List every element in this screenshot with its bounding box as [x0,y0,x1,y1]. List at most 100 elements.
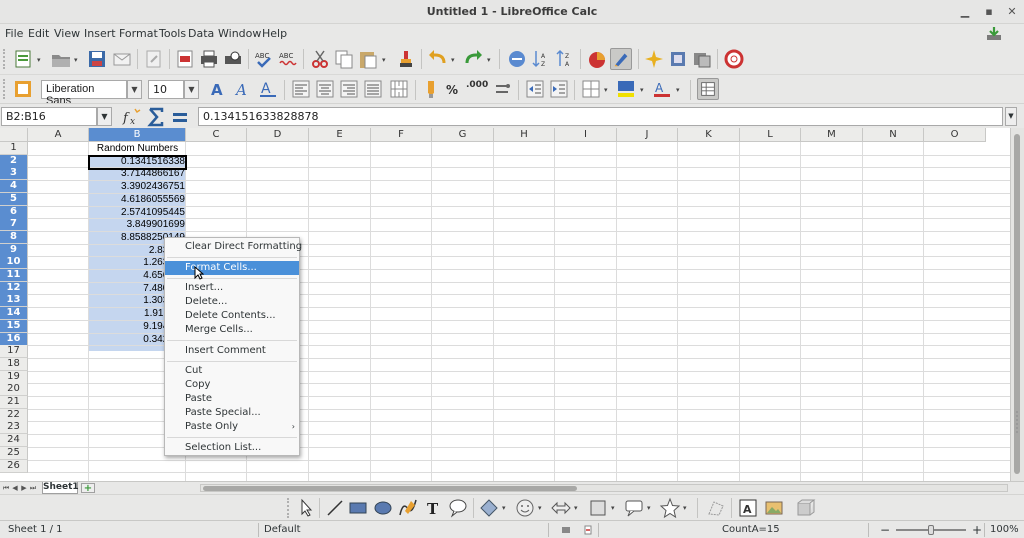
column-header-n[interactable]: N [863,128,924,142]
menu-paste-special[interactable]: Paste Special... [165,406,299,420]
insert-image-icon[interactable] [763,497,785,519]
row-header-18[interactable]: 18 [0,358,28,371]
increase-indent-icon[interactable] [548,78,570,100]
points-icon[interactable] [705,497,727,519]
row-header-20[interactable]: 20 [0,383,28,396]
cell-b5[interactable]: 4.6186055569 [89,193,186,206]
menu-paste-only[interactable]: Paste Only › [165,420,299,434]
background-color-icon[interactable] [615,78,637,100]
help-icon[interactable] [723,48,745,70]
menu-selection-list[interactable]: Selection List... [165,441,299,455]
symbol-shapes-icon[interactable] [514,497,536,519]
row-header-10[interactable]: 10 [0,256,28,269]
function-wizard-icon[interactable]: fx [121,106,143,128]
borders-dropdown-icon[interactable]: ▾ [604,87,611,94]
sum-icon[interactable] [145,106,167,128]
clone-formatting-icon[interactable] [395,48,417,70]
number-format-icon[interactable]: .000 [466,80,488,90]
formula-input[interactable]: 0.134151633828878 [198,107,1003,126]
menu-view[interactable]: View [54,27,80,40]
decrease-indent-icon[interactable] [524,78,546,100]
redo-dropdown-icon[interactable]: ▾ [487,57,494,64]
horizontal-scroll-thumb[interactable] [203,486,577,491]
last-sheet-icon[interactable]: ⏭ [29,483,37,493]
column-header-l[interactable]: L [740,128,801,142]
column-header-e[interactable]: E [309,128,371,142]
open-icon[interactable] [50,48,72,70]
minimize-icon[interactable]: ▁ [957,4,973,20]
row-header-8[interactable]: 8 [0,231,28,244]
next-sheet-icon[interactable]: ▶ [20,483,28,493]
sort-ascending-icon[interactable]: AZ [530,48,552,70]
menu-merge-cells[interactable]: Merge Cells... [165,323,299,337]
row-header-26[interactable]: 26 [0,460,28,473]
toolbar-grip[interactable] [287,498,291,518]
ellipse-icon[interactable] [372,497,394,519]
update-available-icon[interactable] [986,26,1002,42]
menu-window[interactable]: Window [218,27,261,40]
font-color-dropdown-icon[interactable]: ▾ [676,87,683,94]
undo-icon[interactable] [427,48,449,70]
redo-icon[interactable] [462,48,484,70]
menu-file[interactable]: File [5,27,23,40]
prev-sheet-icon[interactable]: ◀ [11,483,19,493]
formula-equals-icon[interactable] [169,106,191,128]
scrollbar-splitter-icon[interactable] [1016,411,1020,433]
column-header-h[interactable]: H [494,128,555,142]
italic-icon[interactable]: A [232,78,254,100]
menu-paste[interactable]: Paste [165,392,299,406]
horizontal-scrollbar[interactable] [200,484,1008,492]
menu-format[interactable]: Format [119,27,158,40]
callouts-dropdown-icon[interactable]: ▾ [647,505,654,512]
selection-statistic[interactable]: CountA=15 [722,524,780,535]
expand-formula-bar-icon[interactable]: ▼ [1005,107,1017,126]
print-icon[interactable] [198,48,220,70]
copy-icon[interactable] [333,48,355,70]
first-sheet-icon[interactable]: ⏮ [2,483,10,493]
row-header-23[interactable]: 23 [0,421,28,434]
show-draw-functions-icon[interactable] [610,48,632,70]
cell-b1[interactable]: Random Numbers [89,142,186,155]
save-icon[interactable] [86,48,108,70]
basic-shapes-dropdown-icon[interactable]: ▾ [502,505,509,512]
callout-icon[interactable] [447,497,469,519]
export-pdf-icon[interactable] [174,48,196,70]
select-all-corner[interactable] [0,128,28,142]
data-sources-icon[interactable] [691,48,713,70]
row-header-15[interactable]: 15 [0,320,28,333]
navigator-icon[interactable] [643,48,665,70]
currency-format-icon[interactable] [420,78,442,100]
sort-descending-icon[interactable]: ZA [554,48,576,70]
merge-center-icon[interactable] [388,78,410,100]
borders-icon[interactable] [580,78,602,100]
row-header-13[interactable]: 13 [0,294,28,307]
undo-dropdown-icon[interactable]: ▾ [451,57,458,64]
zoom-out-button[interactable]: − [880,523,890,537]
autospellcheck-icon[interactable]: ABC [277,48,299,70]
column-header-k[interactable]: K [678,128,740,142]
callouts-icon[interactable] [623,497,645,519]
menu-data[interactable]: Data [188,27,214,40]
text-icon[interactable]: T [422,497,444,519]
row-header-3[interactable]: 3 [0,167,28,180]
percent-format-icon[interactable]: % [446,83,458,97]
font-size-field[interactable]: 10 [148,80,184,99]
gallery-icon[interactable] [667,48,689,70]
column-header-o[interactable]: O [924,128,986,142]
stars-dropdown-icon[interactable]: ▾ [683,505,690,512]
spreadsheet-grid[interactable]: ABCDEFGHIJKLMNO 1 2 3 4 5 6 7 8 9 10 11 12 13 14 15 16 1… [0,128,1024,481]
sheet-tab-sheet1[interactable]: Sheet1 [42,482,79,494]
zoom-level[interactable]: 100% [990,524,1019,535]
menu-help[interactable]: Help [262,27,287,40]
email-icon[interactable] [111,48,133,70]
edit-file-icon[interactable] [143,48,165,70]
flowchart-dropdown-icon[interactable]: ▾ [611,505,618,512]
paste-dropdown-icon[interactable]: ▾ [382,57,389,64]
font-color-icon[interactable]: A [651,78,673,100]
align-left-icon[interactable] [290,78,312,100]
underline-icon[interactable]: A [257,78,279,100]
row-header-14[interactable]: 14 [0,307,28,320]
align-right-icon[interactable] [338,78,360,100]
menu-delete[interactable]: Delete... [165,295,299,309]
document-modified-icon[interactable] [583,525,593,535]
